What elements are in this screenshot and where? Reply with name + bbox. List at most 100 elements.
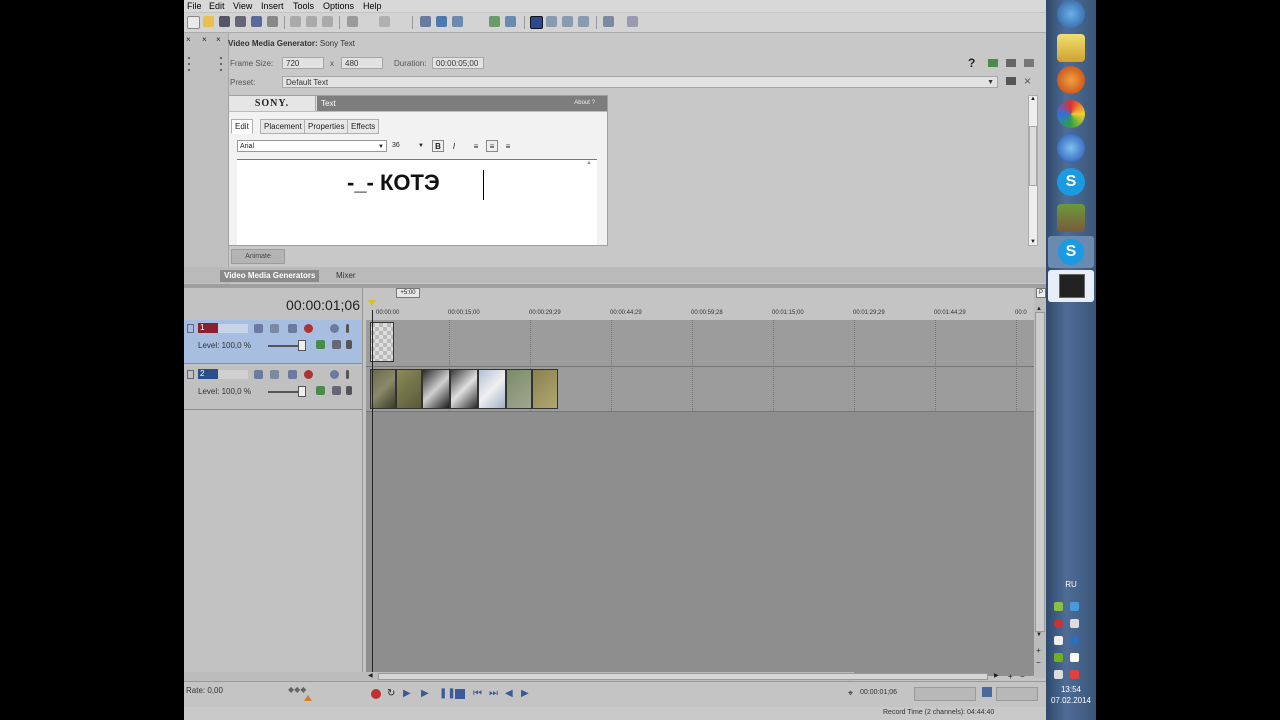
record-button[interactable] bbox=[371, 689, 381, 699]
tray-icon[interactable] bbox=[1070, 619, 1079, 628]
duration-field[interactable]: 00:00:05;00 bbox=[432, 57, 484, 69]
vegas-active-window[interactable] bbox=[1048, 270, 1094, 302]
enable-snapping-icon[interactable] bbox=[603, 16, 614, 27]
menu-help[interactable]: Help bbox=[363, 0, 382, 12]
tray-icon[interactable] bbox=[1054, 653, 1063, 662]
align-center-icon[interactable]: ≡ bbox=[486, 140, 498, 152]
help-icon[interactable]: ? bbox=[968, 56, 975, 70]
window-options-icon[interactable] bbox=[1024, 59, 1034, 67]
frame-width-field[interactable]: 720 bbox=[282, 57, 324, 69]
track-name-field[interactable] bbox=[218, 370, 248, 379]
scrollbar-thumb[interactable] bbox=[1035, 312, 1045, 632]
track-2-header[interactable]: 2 Level: 100,0 % bbox=[184, 366, 362, 410]
tray-icon[interactable] bbox=[1070, 636, 1079, 645]
align-right-icon[interactable]: ≡ bbox=[502, 140, 514, 152]
track-1-header[interactable]: 1 Level: 100,0 % bbox=[184, 320, 362, 364]
scroll-down-icon[interactable]: ▼ bbox=[1030, 239, 1036, 245]
menu-edit[interactable]: Edit bbox=[209, 0, 225, 12]
video-event-clip[interactable] bbox=[478, 369, 506, 409]
tab-placement[interactable]: Placement bbox=[260, 119, 306, 134]
pin-icon[interactable]: P bbox=[1036, 288, 1046, 298]
track-expand-icon[interactable] bbox=[332, 386, 341, 395]
track-grip-icon[interactable] bbox=[187, 370, 194, 379]
timeline-horizontal-scrollbar[interactable]: ◀ ▶ + − bbox=[184, 672, 1025, 681]
track-1-lane[interactable] bbox=[366, 320, 1038, 367]
open-icon[interactable] bbox=[203, 16, 214, 27]
play-button[interactable]: ▶ bbox=[421, 689, 431, 699]
rate-marker-icon[interactable] bbox=[304, 695, 312, 701]
fx-icon[interactable] bbox=[270, 370, 279, 379]
next-frame-button[interactable]: ▶ bbox=[521, 689, 531, 699]
track-name-field[interactable] bbox=[218, 324, 248, 333]
envelope-icon[interactable] bbox=[505, 16, 516, 27]
tray-icon[interactable] bbox=[1054, 636, 1063, 645]
video-event-clip[interactable] bbox=[506, 369, 532, 409]
text-event-clip[interactable] bbox=[370, 322, 394, 362]
new-icon[interactable] bbox=[187, 16, 200, 29]
tab-edit[interactable]: Edit bbox=[231, 119, 253, 134]
skype-active-window[interactable]: S bbox=[1048, 236, 1094, 268]
fx-icon[interactable] bbox=[270, 324, 279, 333]
time-ruler[interactable]: +5:00 00:00:00 00:00:15;00 00:00:29;29 0… bbox=[366, 288, 1038, 321]
scrollbar-thumb[interactable] bbox=[378, 673, 988, 680]
tray-icon[interactable] bbox=[1054, 602, 1063, 611]
mute-icon[interactable] bbox=[330, 370, 339, 379]
undo-icon[interactable] bbox=[347, 16, 358, 27]
normal-edit-tool-icon[interactable] bbox=[530, 16, 543, 29]
italic-button[interactable]: I bbox=[448, 140, 460, 152]
gear-icon[interactable] bbox=[304, 370, 313, 379]
solo-icon[interactable] bbox=[346, 370, 349, 379]
menu-view[interactable]: View bbox=[233, 0, 252, 12]
text-editor[interactable]: -_- КОТЭ ▲ bbox=[237, 159, 597, 245]
redo-icon[interactable] bbox=[379, 16, 390, 27]
crossfade-icon[interactable] bbox=[489, 16, 500, 27]
video-event-clip[interactable] bbox=[532, 369, 558, 409]
zoom-out-icon[interactable]: − bbox=[1036, 658, 1041, 667]
go-to-end-button[interactable]: ⏭ bbox=[489, 689, 499, 699]
menu-tools[interactable]: Tools bbox=[293, 0, 314, 12]
save-preset-disk-icon[interactable] bbox=[1006, 77, 1016, 85]
start-button-icon[interactable] bbox=[1057, 0, 1085, 28]
network-icon[interactable] bbox=[1070, 670, 1079, 679]
zoom-in-icon[interactable]: + bbox=[1036, 646, 1041, 655]
paste-icon[interactable] bbox=[322, 16, 333, 27]
minecraft-icon[interactable] bbox=[1057, 204, 1085, 232]
zoom-out-icon[interactable]: − bbox=[1020, 672, 1025, 681]
timeline-vertical-scrollbar[interactable]: P ▲ ▼ + − bbox=[1034, 288, 1046, 678]
generator-vertical-scrollbar[interactable]: ▲ ▼ bbox=[1028, 95, 1038, 246]
loop-playback-button[interactable]: ↻ bbox=[387, 689, 397, 699]
go-to-start-button[interactable]: ⏮ bbox=[473, 689, 483, 699]
preset-dropdown[interactable]: Default Text ▼ bbox=[282, 76, 998, 88]
compositing-icon[interactable] bbox=[288, 324, 297, 333]
zoom-edit-tool-icon[interactable] bbox=[578, 16, 589, 27]
mute-icon[interactable] bbox=[330, 324, 339, 333]
envelope-edit-tool-icon[interactable] bbox=[546, 16, 557, 27]
pin-window-icon[interactable]: × bbox=[202, 35, 207, 44]
previous-frame-button[interactable]: ◀ bbox=[505, 689, 515, 699]
scroll-right-icon[interactable]: ▶ bbox=[994, 672, 999, 679]
close-window-icon[interactable]: × bbox=[186, 35, 191, 44]
language-indicator[interactable]: RU bbox=[1046, 580, 1096, 589]
playhead-cursor[interactable] bbox=[372, 310, 373, 676]
bold-button[interactable]: B bbox=[432, 140, 444, 152]
animate-button[interactable]: Animate bbox=[231, 249, 285, 264]
menu-file[interactable]: File bbox=[187, 0, 202, 12]
copy-icon[interactable] bbox=[306, 16, 317, 27]
region-marker[interactable]: +5:00 bbox=[396, 288, 420, 298]
video-event-clip[interactable] bbox=[422, 369, 450, 409]
loop-marker-icon[interactable] bbox=[368, 300, 376, 306]
scroll-up-icon[interactable]: ▲ bbox=[1030, 96, 1036, 102]
solo-icon[interactable] bbox=[346, 324, 349, 333]
properties-icon[interactable] bbox=[267, 16, 278, 27]
explorer-icon[interactable] bbox=[1057, 34, 1085, 62]
play-from-start-button[interactable]: ▶ bbox=[403, 689, 413, 699]
tab-effects[interactable]: Effects bbox=[347, 119, 380, 134]
gear-icon[interactable] bbox=[304, 324, 313, 333]
tab-mixer[interactable]: Mixer bbox=[332, 270, 360, 282]
align-left-icon[interactable]: ≡ bbox=[470, 140, 482, 152]
delete-preset-icon[interactable]: × bbox=[1024, 74, 1031, 88]
font-size-dropdown[interactable]: 36 ▼ bbox=[392, 140, 424, 152]
text-content[interactable]: -_- КОТЭ bbox=[347, 170, 440, 196]
skype-icon[interactable]: S bbox=[1057, 168, 1085, 196]
compositing-icon[interactable] bbox=[288, 370, 297, 379]
